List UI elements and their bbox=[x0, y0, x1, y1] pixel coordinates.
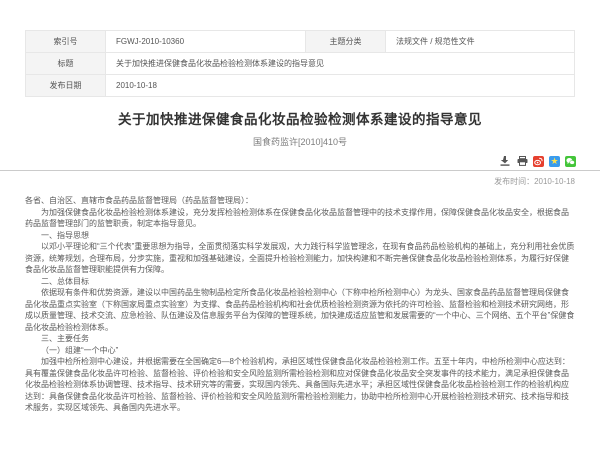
paragraph: 依据现有条件和优势资源，建设以中国药品生物制品检定所食品化妆品检验检测中心（下称… bbox=[25, 287, 575, 333]
date-label: 发布日期 bbox=[26, 75, 106, 97]
publish-time-value: 2010-10-18 bbox=[534, 177, 575, 186]
document-page: 索引号 FGWJ-2010-10360 主题分类 法规文件 / 规范性文件 标题… bbox=[0, 30, 600, 450]
star-icon: ★ bbox=[550, 157, 558, 166]
date-value: 2010-10-18 bbox=[106, 75, 575, 97]
table-row: 标题 关于加快推进保健食品化妆品检验检测体系建设的指导意见 bbox=[26, 53, 575, 75]
download-icon[interactable] bbox=[499, 155, 511, 167]
paragraph: 加强中检所检测中心建设，并根据需要在全国确定6—8个检验机构，承担区域性保健食品… bbox=[25, 356, 575, 414]
section-heading-1: 一、指导思想 bbox=[25, 230, 575, 242]
publish-time-label: 发布时间： bbox=[494, 177, 534, 186]
category-label: 主题分类 bbox=[306, 31, 386, 53]
publish-time: 发布时间：2010-10-18 bbox=[25, 176, 575, 187]
category-value: 法规文件 / 规范性文件 bbox=[386, 31, 575, 53]
divider bbox=[0, 170, 600, 171]
index-label: 索引号 bbox=[26, 31, 106, 53]
qzone-share-icon[interactable]: ★ bbox=[549, 156, 560, 167]
article-body: 各省、自治区、直辖市食品药品监督管理局（药品监督管理局）： 为加强保健食品化妆品… bbox=[25, 195, 575, 414]
title-value: 关于加快推进保健食品化妆品检验检测体系建设的指导意见 bbox=[106, 53, 575, 75]
document-info-section: 索引号 FGWJ-2010-10360 主题分类 法规文件 / 规范性文件 标题… bbox=[25, 30, 575, 97]
table-row: 索引号 FGWJ-2010-10360 主题分类 法规文件 / 规范性文件 bbox=[26, 31, 575, 53]
document-number: 国食药监许[2010]410号 bbox=[0, 135, 600, 148]
section-heading-2: 二、总体目标 bbox=[25, 276, 575, 288]
index-value: FGWJ-2010-10360 bbox=[106, 31, 306, 53]
print-icon[interactable] bbox=[516, 155, 528, 167]
document-info-table: 索引号 FGWJ-2010-10360 主题分类 法规文件 / 规范性文件 标题… bbox=[25, 30, 575, 97]
subsection-heading: （一）组建“一个中心” bbox=[25, 345, 575, 357]
paragraph: 为加强保健食品化妆品检验检测体系建设，充分发挥检验检测体系在保健食品化妆品监督管… bbox=[25, 207, 575, 230]
wechat-share-icon[interactable] bbox=[565, 156, 576, 167]
table-row: 发布日期 2010-10-18 bbox=[26, 75, 575, 97]
section-heading-3: 三、主要任务 bbox=[25, 333, 575, 345]
page-title: 关于加快推进保健食品化妆品检验检测体系建设的指导意见 bbox=[0, 108, 600, 128]
weibo-share-icon[interactable] bbox=[533, 156, 544, 167]
salutation: 各省、自治区、直辖市食品药品监督管理局（药品监督管理局）： bbox=[25, 195, 575, 207]
paragraph: 以邓小平理论和“三个代表”重要思想为指导，全面贯彻落实科学发展观，大力践行科学监… bbox=[25, 241, 575, 276]
toolbar: ★ bbox=[24, 155, 576, 167]
title-label: 标题 bbox=[26, 53, 106, 75]
